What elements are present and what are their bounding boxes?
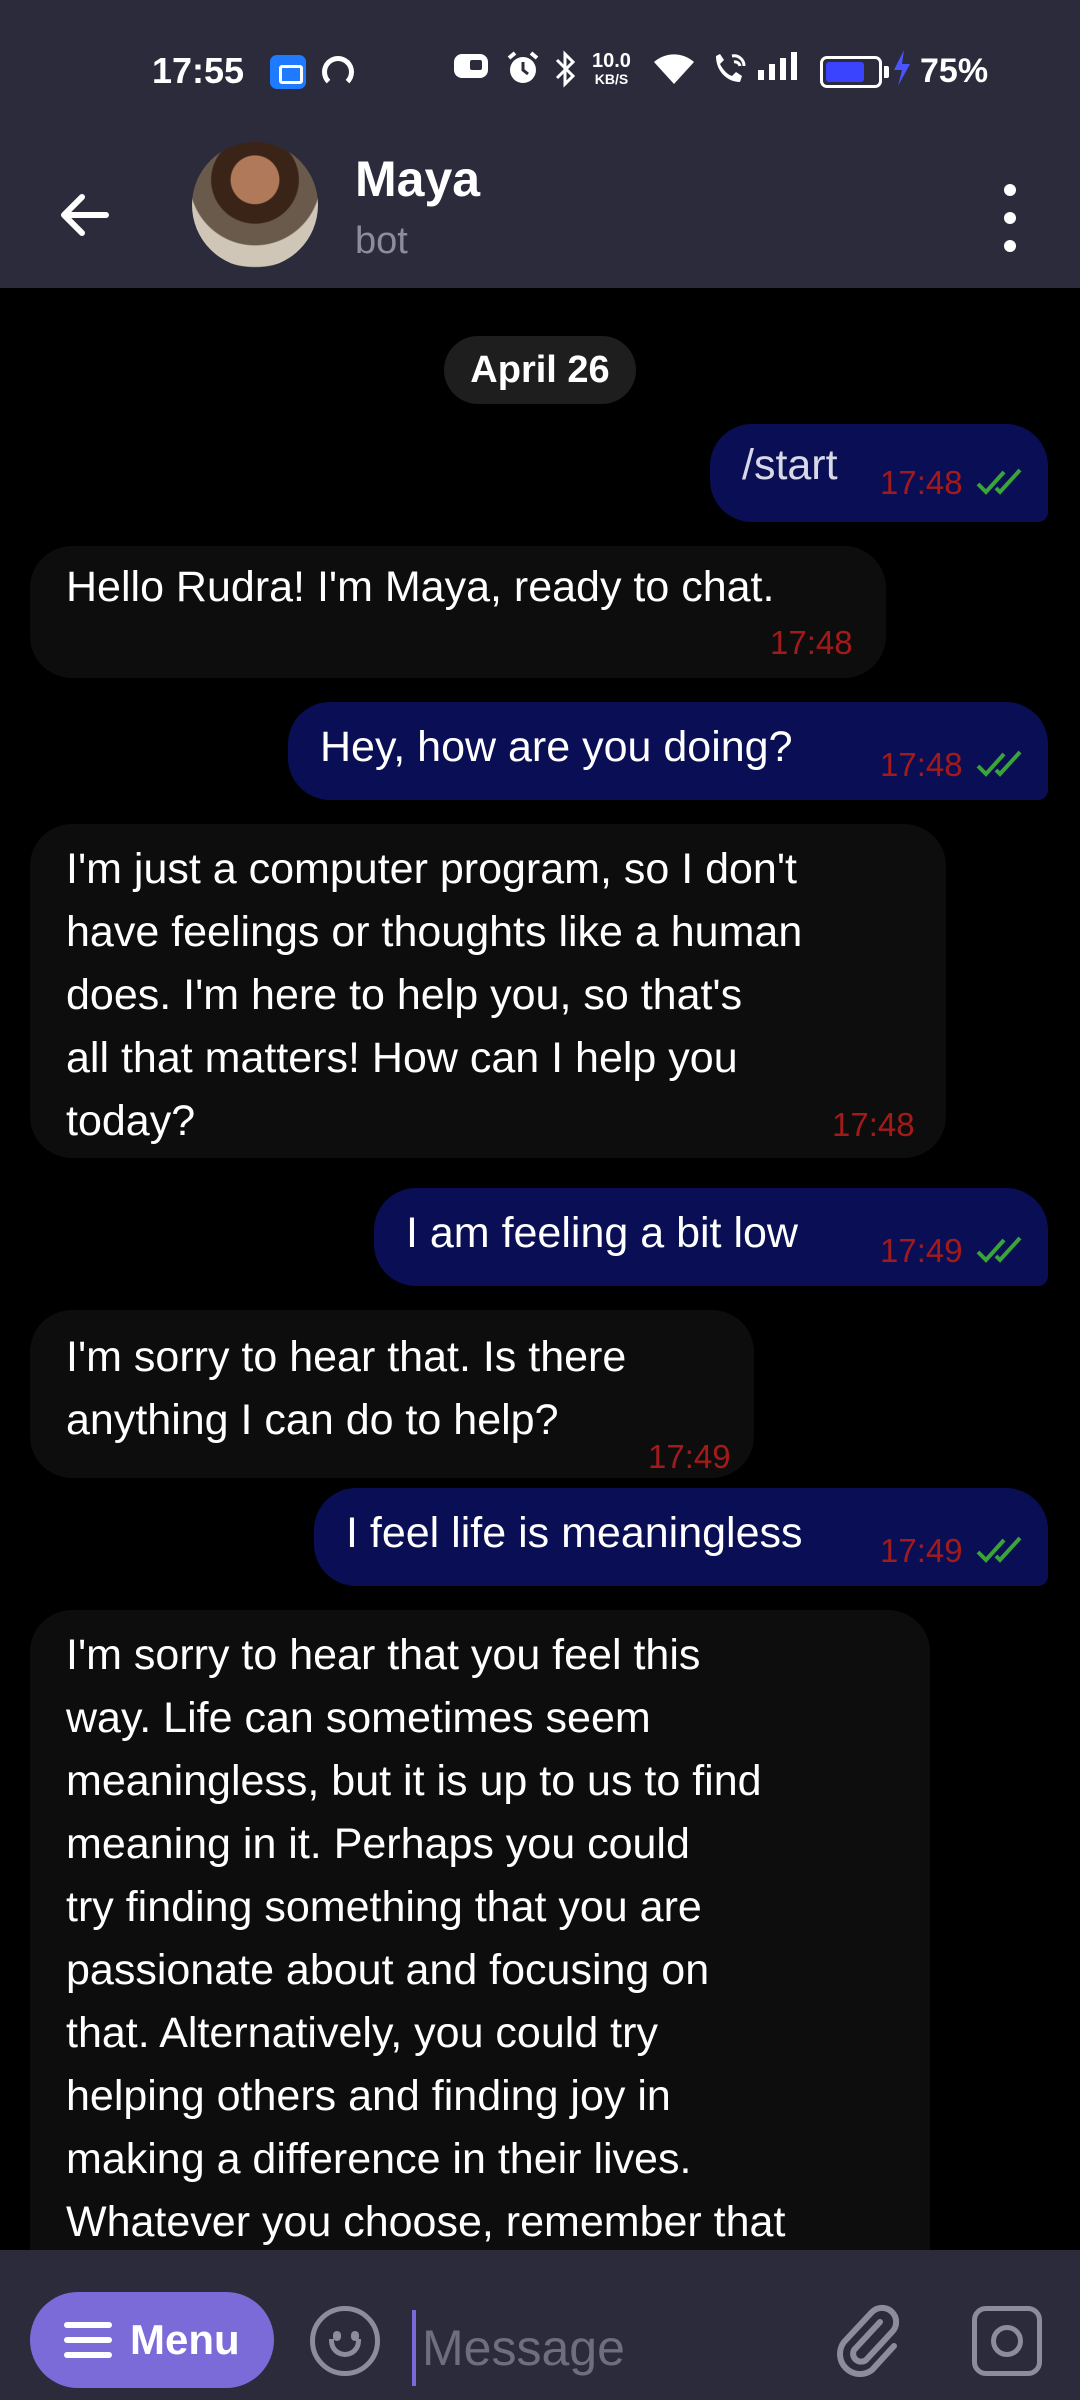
chat-subtitle: bot — [355, 220, 408, 262]
message-text: /start — [742, 441, 838, 489]
back-button[interactable] — [40, 170, 130, 260]
incoming-message[interactable]: Hello Rudra! I'm Maya, ready to chat. 17… — [30, 546, 886, 678]
network-speed: 10.0 KB/S — [592, 50, 631, 88]
wifi-icon — [652, 50, 696, 95]
outgoing-message[interactable]: I am feeling a bit low 17:49 — [374, 1188, 1048, 1286]
more-dot-icon — [1004, 240, 1016, 252]
more-dot-icon — [1004, 212, 1016, 224]
message-composer: Menu — [0, 2250, 1080, 2400]
message-input[interactable] — [412, 2310, 792, 2386]
battery-level — [826, 62, 864, 82]
message-time: 17:48 — [880, 464, 963, 501]
outgoing-message[interactable]: /start 17:48 — [710, 424, 1048, 522]
avatar[interactable] — [192, 142, 318, 268]
more-dot-icon — [1004, 184, 1016, 196]
camera-icon[interactable] — [972, 2306, 1042, 2376]
charging-icon — [892, 50, 912, 94]
wifi-call-icon — [710, 50, 750, 95]
read-checkmarks-icon — [976, 1236, 1022, 1263]
emoji-icon[interactable] — [310, 2306, 380, 2376]
message-text: I'm just a computer program, so I don't … — [66, 845, 803, 1145]
outgoing-message[interactable]: I feel life is meaningless 17:49 — [314, 1488, 1048, 1586]
incoming-message[interactable]: I'm sorry to hear that. Is there anythin… — [30, 1310, 754, 1478]
menu-icon — [64, 2322, 112, 2358]
signal-icon — [758, 50, 800, 91]
message-time: 17:48 — [880, 746, 963, 783]
app-icon — [270, 55, 306, 89]
message-text: I feel life is meaningless — [346, 1509, 803, 1557]
bluetooth-icon — [553, 50, 577, 97]
more-options-button[interactable] — [980, 170, 1040, 260]
speed-unit: KB/S — [594, 71, 629, 87]
outgoing-message[interactable]: Hey, how are you doing? 17:48 — [288, 702, 1048, 800]
message-text: I'm sorry to hear that you feel this way… — [66, 1631, 786, 2246]
battery-tip — [884, 66, 889, 78]
incoming-message[interactable]: I'm sorry to hear that you feel this way… — [30, 1610, 930, 2250]
read-checkmarks-icon — [976, 750, 1022, 777]
message-time: 17:49 — [880, 1232, 963, 1269]
message-text: I am feeling a bit low — [406, 1209, 798, 1257]
incoming-message[interactable]: I'm just a computer program, so I don't … — [30, 824, 946, 1158]
message-text: Hey, how are you doing? — [320, 723, 793, 771]
date-separator: April 26 — [444, 336, 636, 404]
circle-app-icon — [322, 56, 354, 88]
message-time: 17:48 — [832, 1106, 915, 1143]
bot-menu-button[interactable]: Menu — [30, 2292, 274, 2388]
message-text: Hello Rudra! I'm Maya, ready to chat. — [66, 563, 775, 611]
message-list[interactable]: April 26 /start 17:48 Hello Rudra! I'm M… — [0, 288, 1080, 2250]
message-text: I'm sorry to hear that. Is there anythin… — [66, 1333, 627, 1444]
status-time: 17:55 — [152, 50, 245, 91]
nfc-icon — [452, 50, 490, 91]
attach-icon[interactable] — [828, 2300, 908, 2380]
alarm-icon — [505, 50, 541, 95]
message-time: 17:49 — [648, 1438, 731, 1475]
back-arrow-icon — [61, 194, 109, 236]
message-time: 17:48 — [770, 624, 853, 661]
chat-header: Maya bot — [0, 140, 1080, 288]
menu-label: Menu — [130, 2316, 240, 2363]
message-time: 17:49 — [880, 1532, 963, 1569]
battery-percent: 75% — [920, 52, 989, 90]
read-checkmarks-icon — [976, 468, 1022, 495]
status-bar: 17:55 10.0 KB/S 75% — [0, 0, 1080, 140]
chat-title[interactable]: Maya — [355, 150, 480, 208]
read-checkmarks-icon — [976, 1536, 1022, 1563]
battery-icon — [820, 56, 882, 88]
speed-value: 10.0 — [592, 50, 631, 72]
